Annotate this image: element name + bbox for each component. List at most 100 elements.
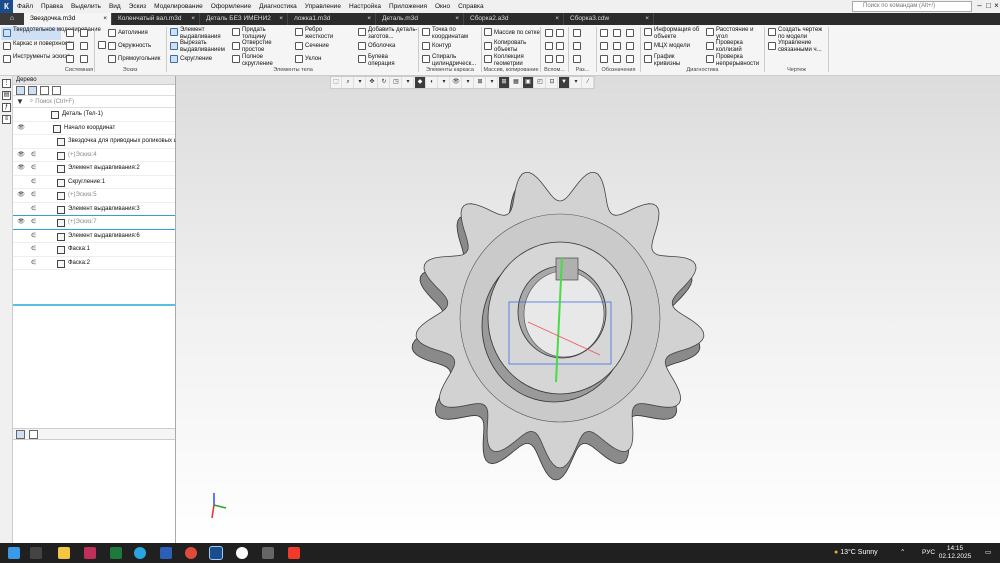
orientation-icon[interactable]: ◳ — [391, 77, 402, 88]
shell-button[interactable]: Оболочка — [368, 43, 395, 50]
tree-row[interactable]: 👁 ∈ (+)Эскиз:4 — [13, 149, 175, 162]
create-drawing-icon[interactable] — [768, 28, 776, 36]
properties-panel-icon[interactable]: ▤ — [2, 91, 11, 100]
tree-row[interactable]: ∈ Фаска:2 — [13, 257, 175, 270]
document-tab[interactable]: ложка1.m3d × — [288, 13, 376, 25]
grid-array-button[interactable]: Массив по сетке — [494, 30, 540, 37]
tree-row[interactable]: Деталь (Тел-1) — [13, 108, 175, 122]
tree-order-icon[interactable] — [28, 85, 37, 95]
split-icon[interactable] — [573, 29, 581, 37]
menu-item[interactable]: Приложения — [385, 3, 431, 10]
close-tab-icon[interactable]: × — [103, 13, 107, 25]
notification-icon[interactable]: ▭ — [985, 547, 991, 559]
yandex-browser-icon[interactable] — [236, 547, 248, 559]
filter-dropdown-icon[interactable]: ▾ — [571, 77, 582, 88]
text-icon[interactable] — [626, 55, 634, 63]
sketch-icon[interactable] — [98, 41, 106, 49]
snap-icon[interactable]: ⊞ — [499, 77, 510, 88]
weather-widget[interactable]: ● 13°C Sunny — [834, 547, 878, 559]
shell-icon[interactable] — [358, 42, 366, 50]
boolean-icon[interactable] — [358, 55, 366, 63]
copy-objects-button[interactable]: Копировать объекты — [494, 40, 534, 53]
render-dropdown-icon[interactable]: ▾ — [439, 77, 450, 88]
mark-icon[interactable] — [613, 55, 621, 63]
visibility-eye-icon[interactable]: 👁 — [16, 216, 26, 230]
clock[interactable]: 14:15 02.12.2025 — [935, 545, 975, 561]
tree-view-icon[interactable] — [40, 85, 49, 95]
tree-row[interactable]: 👁 ∈ Элемент выдавливания:2 — [13, 162, 175, 176]
tree-row[interactable]: ∈ Элемент выдавливания:6 — [13, 230, 175, 243]
task-view-icon[interactable] — [30, 547, 42, 559]
collision-icon[interactable] — [706, 42, 714, 50]
cut-extrude-icon[interactable] — [170, 42, 178, 50]
helix-button[interactable]: Спираль цилиндрическ... — [432, 54, 480, 67]
visibility-icon[interactable]: 👁 — [451, 77, 462, 88]
full-fillet-button[interactable]: Полное скругление — [242, 54, 287, 67]
autoline-icon[interactable] — [108, 29, 116, 37]
fillet-icon[interactable] — [170, 55, 178, 63]
rectangle-button[interactable]: Прямоугольник — [118, 56, 160, 63]
menu-item[interactable]: Файл — [13, 3, 37, 10]
dimension-icon[interactable] — [600, 29, 608, 37]
rectangle-icon[interactable] — [108, 55, 116, 63]
word-icon[interactable] — [160, 547, 172, 559]
tree-search-input[interactable]: Поиск (Ctrl+F) — [35, 99, 74, 105]
point-icon[interactable] — [422, 28, 430, 36]
mass-props-button[interactable]: МЦХ модели — [654, 43, 690, 50]
tree-row[interactable]: ∈ Элемент выдавливания:3 — [13, 203, 175, 216]
extrude-button[interactable]: Элемент выдавливания — [180, 27, 230, 40]
start-icon[interactable] — [8, 547, 20, 559]
close-tab-icon[interactable]: × — [555, 13, 559, 25]
aux-plane-icon[interactable] — [545, 29, 553, 37]
zoom-fit-icon[interactable]: ⬚ — [331, 77, 342, 88]
fillet-button[interactable]: Скругление — [180, 56, 212, 63]
excel-icon[interactable] — [110, 547, 122, 559]
layers-panel-icon[interactable]: ≡ — [2, 115, 11, 124]
angle-dim-icon[interactable] — [613, 29, 621, 37]
continuity-button[interactable]: Проверка непрерывности — [716, 54, 764, 67]
tree-row[interactable]: Звездочка для приводных роликовых цепей — [13, 135, 190, 149]
split-face-icon[interactable] — [573, 55, 581, 63]
base-icon[interactable] — [600, 55, 608, 63]
draft-button[interactable]: Уклон — [305, 56, 321, 63]
draft-icon[interactable] — [295, 55, 303, 63]
tree-settings-icon[interactable] — [52, 85, 61, 95]
tree-structure-icon[interactable] — [16, 85, 25, 95]
autoline-button[interactable]: Автолиния — [118, 30, 148, 37]
command-search-input[interactable]: Поиск по командам (Alt+/) — [852, 1, 972, 12]
variables-panel-icon[interactable]: ƒ — [2, 103, 11, 112]
point-button[interactable]: Точка по координатам — [432, 27, 477, 40]
curvature-button[interactable]: График кривизны — [654, 54, 694, 67]
menu-item[interactable]: Моделирование — [150, 3, 207, 10]
display-mode-icon[interactable]: ▣ — [523, 77, 534, 88]
selection-filter-icon[interactable]: ▼ — [559, 77, 570, 88]
distance-icon[interactable] — [706, 28, 714, 36]
document-tab[interactable]: Звездочка.m3d × — [24, 13, 112, 25]
close-tab-icon[interactable]: × — [645, 13, 649, 25]
redo-icon[interactable] — [80, 55, 88, 63]
collision-button[interactable]: Проверка коллизий — [716, 40, 762, 53]
visibility-dropdown-icon[interactable]: ▾ — [463, 77, 474, 88]
calculator-icon[interactable] — [262, 547, 274, 559]
app-icon-a[interactable] — [84, 547, 96, 559]
section-icon[interactable] — [295, 42, 303, 50]
menu-item[interactable]: Эскиз — [125, 3, 150, 10]
pick-icon[interactable]: ⁄ — [583, 77, 594, 88]
visibility-eye-icon[interactable]: 👁 — [16, 122, 26, 136]
aux-axis-icon[interactable] — [556, 29, 564, 37]
geometry-collection-icon[interactable] — [484, 55, 492, 63]
save-icon[interactable] — [66, 42, 74, 50]
aux-surface-icon[interactable] — [556, 55, 564, 63]
extrude-icon[interactable] — [170, 28, 178, 36]
tolerance-icon[interactable] — [626, 42, 634, 50]
hole-icon[interactable] — [232, 42, 240, 50]
boolean-button[interactable]: Булева операция — [368, 54, 408, 67]
menu-item[interactable]: Справка — [454, 3, 488, 10]
tree-panel-icon[interactable]: ⋮ — [2, 79, 11, 88]
close-tab-icon[interactable]: × — [367, 13, 371, 25]
zoom-dropdown-icon[interactable]: ▾ — [355, 77, 366, 88]
yandex-icon[interactable] — [288, 547, 300, 559]
zoom-icon[interactable]: ⌕ — [343, 77, 354, 88]
thicken-button[interactable]: Придать толщину — [242, 27, 287, 40]
contour-icon[interactable] — [422, 42, 430, 50]
